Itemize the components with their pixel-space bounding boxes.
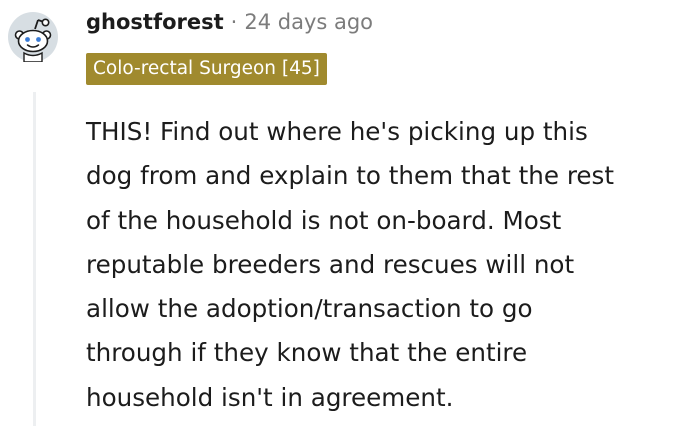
comment-body-line: of the household is not on-board. Most xyxy=(86,205,562,235)
user-flair: Colo-rectal Surgeon [45] xyxy=(86,53,327,85)
comment-body: THIS! Find out where he's picking up thi… xyxy=(86,110,694,420)
comment-body-line: allow the adoption/transaction to go xyxy=(86,294,533,324)
meta-separator: · xyxy=(230,10,238,34)
timestamp-link[interactable]: 24 days ago xyxy=(244,10,373,34)
comment-body-line: household isn't in agreement. xyxy=(86,382,454,412)
snoo-avatar-icon xyxy=(8,12,58,63)
comment-meta: ghostforest · 24 days ago xyxy=(86,6,373,38)
comment-body-line: through if they know that the entire xyxy=(86,338,528,368)
comment-body-line: dog from and explain to them that the re… xyxy=(86,161,614,191)
comment-body-line: reputable breeders and rescues will not xyxy=(86,249,575,279)
username-link[interactable]: ghostforest xyxy=(86,10,224,34)
comment-body-line: THIS! Find out where he's picking up thi… xyxy=(86,117,588,146)
thread-collapse-line[interactable] xyxy=(33,92,36,426)
comment: ghostforest · 24 days ago Colo-rectal Su… xyxy=(0,0,700,426)
avatar[interactable] xyxy=(8,12,58,63)
